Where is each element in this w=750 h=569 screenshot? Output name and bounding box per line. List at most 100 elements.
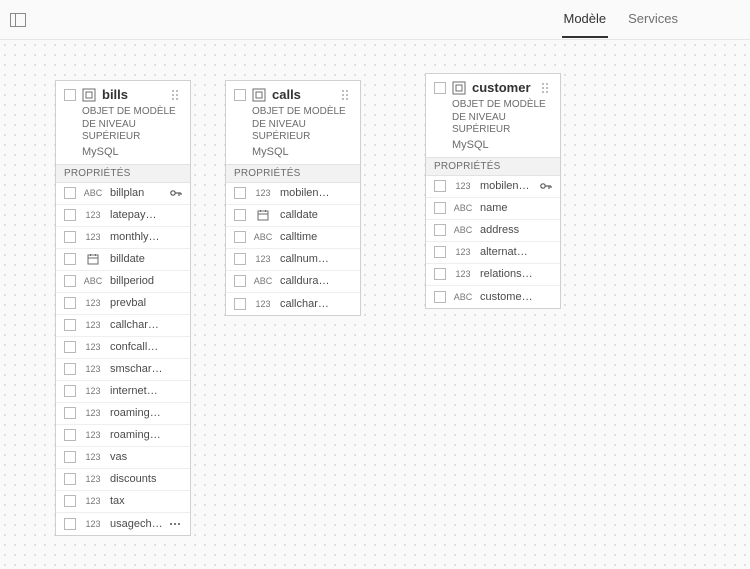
type-number-icon: 123 <box>452 269 474 279</box>
select-checkbox[interactable] <box>434 291 446 303</box>
property-row[interactable]: 123 usagech… <box>56 513 190 535</box>
select-checkbox[interactable] <box>434 224 446 236</box>
select-checkbox[interactable] <box>64 518 76 530</box>
entity-header: customer <box>426 74 560 99</box>
property-row[interactable]: ABCcustome… <box>426 286 560 308</box>
type-number-icon: 123 <box>82 474 104 484</box>
property-row[interactable]: ABCaddress <box>426 220 560 242</box>
select-checkbox[interactable] <box>64 341 76 353</box>
type-number-icon: 123 <box>82 364 104 374</box>
select-checkbox[interactable] <box>64 495 76 507</box>
select-checkbox[interactable] <box>434 202 446 214</box>
select-checkbox[interactable] <box>234 89 246 101</box>
property-row[interactable]: 123 latepay… <box>56 205 190 227</box>
select-checkbox[interactable] <box>434 246 446 258</box>
property-name: latepay… <box>110 209 182 221</box>
model-canvas[interactable]: bills OBJET DE MODÈLE DE NIVEAU SUPÉRIEU… <box>0 40 750 569</box>
properties-header: PROPRIÉTÉS <box>56 164 190 183</box>
select-checkbox[interactable] <box>64 275 76 287</box>
property-row[interactable]: 123tax <box>56 491 190 513</box>
property-row[interactable]: ABCcalltime <box>226 227 360 249</box>
property-row[interactable]: 123mobilen… <box>226 183 360 205</box>
property-row[interactable]: 123discounts <box>56 469 190 491</box>
type-number-icon: 123 <box>82 210 104 220</box>
select-checkbox[interactable] <box>434 82 446 94</box>
property-name: custome… <box>480 291 552 303</box>
entity-title: calls <box>272 87 301 102</box>
select-checkbox[interactable] <box>234 253 246 265</box>
select-checkbox[interactable] <box>234 298 246 310</box>
entity-source: MySQL <box>426 139 560 157</box>
primary-key-icon <box>540 181 552 191</box>
drag-handle-icon[interactable] <box>542 81 552 95</box>
select-checkbox[interactable] <box>64 89 76 101</box>
property-name: callchar… <box>280 298 352 310</box>
property-row[interactable]: ABCname <box>426 198 560 220</box>
property-row[interactable]: 123smschar… <box>56 359 190 381</box>
property-name: alternat… <box>480 246 552 258</box>
select-checkbox[interactable] <box>64 407 76 419</box>
property-row[interactable]: 123prevbal <box>56 293 190 315</box>
select-checkbox[interactable] <box>64 187 76 199</box>
property-row[interactable]: 123callchar… <box>226 293 360 315</box>
property-row[interactable]: 123monthly… <box>56 227 190 249</box>
entity-card-calls[interactable]: calls OBJET DE MODÈLE DE NIVEAU SUPÉRIEU… <box>225 80 361 316</box>
property-list: ABCbillplan123latepay…123monthly…billdat… <box>56 183 190 535</box>
property-row[interactable]: billdate <box>56 249 190 271</box>
property-name: usagech… <box>110 518 164 530</box>
property-name: monthly… <box>110 231 182 243</box>
select-checkbox[interactable] <box>64 451 76 463</box>
select-checkbox[interactable] <box>234 231 246 243</box>
property-row[interactable]: 123confcall… <box>56 337 190 359</box>
select-checkbox[interactable] <box>64 297 76 309</box>
property-row[interactable]: 123mobilen… <box>426 176 560 198</box>
select-checkbox[interactable] <box>64 253 76 265</box>
select-checkbox[interactable] <box>234 209 246 221</box>
select-checkbox[interactable] <box>64 231 76 243</box>
type-number-icon: 123 <box>82 320 104 330</box>
drag-handle-icon[interactable] <box>342 88 352 102</box>
property-row[interactable]: 123roaming… <box>56 425 190 447</box>
entity-subtype: OBJET DE MODÈLE DE NIVEAU SUPÉRIEUR <box>226 106 360 146</box>
property-row[interactable]: ABCcalldura… <box>226 271 360 293</box>
type-number-icon: 123 <box>82 519 104 529</box>
property-row[interactable]: ABCbillplan <box>56 183 190 205</box>
property-row[interactable]: 123internet… <box>56 381 190 403</box>
more-icon[interactable] <box>170 519 182 529</box>
property-row[interactable]: 123alternat… <box>426 242 560 264</box>
property-row[interactable]: 123relations… <box>426 264 560 286</box>
property-name: mobilen… <box>280 187 352 199</box>
select-checkbox[interactable] <box>234 275 246 287</box>
panel-toggle-icon[interactable] <box>10 13 26 27</box>
property-row[interactable]: 123callchar… <box>56 315 190 337</box>
select-checkbox[interactable] <box>64 319 76 331</box>
entity-card-bills[interactable]: bills OBJET DE MODÈLE DE NIVEAU SUPÉRIEU… <box>55 80 191 536</box>
tab-services[interactable]: Services <box>626 1 680 38</box>
select-checkbox[interactable] <box>234 187 246 199</box>
select-checkbox[interactable] <box>64 209 76 221</box>
type-number-icon: 123 <box>82 496 104 506</box>
entity-source: MySQL <box>226 146 360 164</box>
select-checkbox[interactable] <box>434 180 446 192</box>
select-checkbox[interactable] <box>64 473 76 485</box>
property-row[interactable]: 123callnum… <box>226 249 360 271</box>
primary-key-icon <box>170 188 182 198</box>
select-checkbox[interactable] <box>64 363 76 375</box>
select-checkbox[interactable] <box>64 385 76 397</box>
property-row[interactable]: calldate <box>226 205 360 227</box>
type-string-icon: ABC <box>452 203 474 213</box>
entity-icon <box>452 81 466 95</box>
select-checkbox[interactable] <box>434 268 446 280</box>
topbar: Modèle Services <box>0 0 750 40</box>
type-string-icon: ABC <box>82 188 104 198</box>
type-number-icon: 123 <box>452 181 474 191</box>
property-name: prevbal <box>110 297 182 309</box>
entity-card-customer[interactable]: customer OBJET DE MODÈLE DE NIVEAU SUPÉR… <box>425 73 561 309</box>
select-checkbox[interactable] <box>64 429 76 441</box>
tab-model[interactable]: Modèle <box>562 1 609 38</box>
property-row[interactable]: ABCbillperiod <box>56 271 190 293</box>
property-name: vas <box>110 451 182 463</box>
drag-handle-icon[interactable] <box>172 88 182 102</box>
property-row[interactable]: 123roaming… <box>56 403 190 425</box>
property-row[interactable]: 123vas <box>56 447 190 469</box>
